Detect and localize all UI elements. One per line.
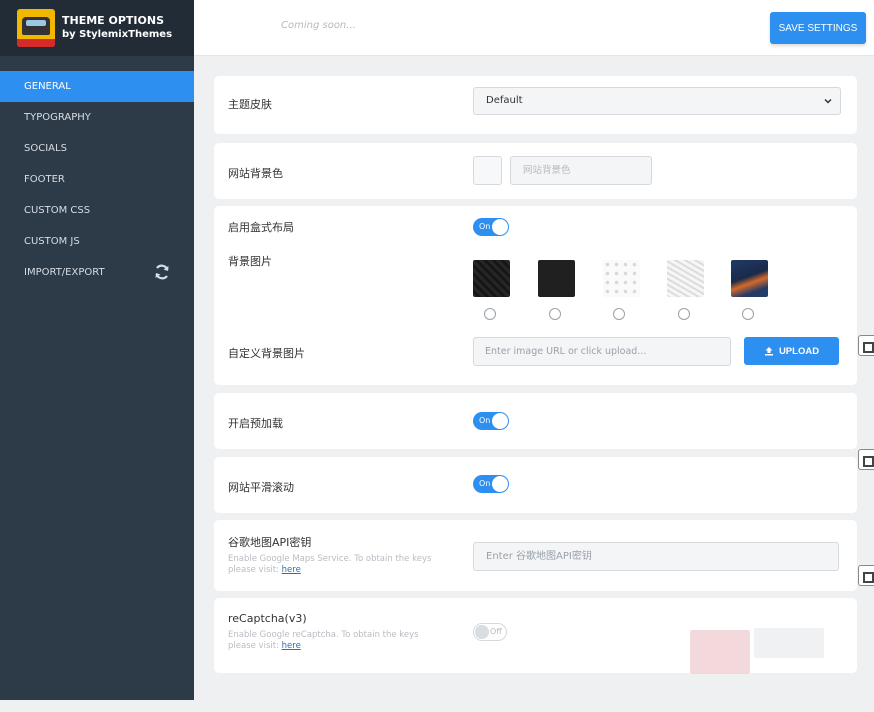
upload-button[interactable]: UPLOAD <box>744 337 839 365</box>
setting-card-bg-color: 网站背景色 网站背景色 <box>214 143 857 199</box>
setting-label: 网站平滑滚动 <box>228 481 294 494</box>
sync-icon[interactable] <box>153 263 171 281</box>
help-link[interactable]: here <box>282 641 301 651</box>
setting-label: 主题皮肤 <box>228 98 272 111</box>
image-url-input[interactable]: Enter image URL or click upload... <box>473 337 731 366</box>
top-bar: Coming soon... SAVE SETTINGS <box>194 0 874 56</box>
upload-icon <box>764 346 773 355</box>
sidebar-item-label: CUSTOM CSS <box>24 205 91 216</box>
setting-label: 网站背景色 <box>228 167 283 180</box>
sidebar-item-label: IMPORT/EXPORT <box>24 267 105 278</box>
setting-label: 开启预加载 <box>228 417 283 430</box>
toggle-label: On <box>479 222 491 231</box>
setting-card-google-maps: 谷歌地图API密钥 Enable Google Maps Service. To… <box>214 520 857 591</box>
help-link[interactable]: here <box>282 565 301 575</box>
bg-pattern-thumb-4[interactable] <box>667 260 704 297</box>
setting-card-recaptcha: reCaptcha(v3) Enable Google reCaptcha. T… <box>214 598 857 674</box>
setting-help-text: Enable Google reCaptcha. To obtain the k… <box>228 630 448 652</box>
google-maps-api-input[interactable]: Enter 谷歌地图API密钥 <box>473 542 839 571</box>
bg-pattern-radio-1[interactable] <box>484 308 496 320</box>
side-panel-tab[interactable] <box>858 565 874 586</box>
boxed-layout-toggle[interactable]: On <box>473 218 509 236</box>
sidebar-item-typography[interactable]: TYPOGRAPHY <box>0 102 194 133</box>
help-text: Enable Google Maps Service. To obtain th… <box>228 554 432 575</box>
sidebar: THEME OPTIONS by StylemixThemes GENERAL … <box>0 0 194 700</box>
blurred-region <box>690 630 750 674</box>
bg-pattern-radio-2[interactable] <box>549 308 561 320</box>
smooth-scroll-toggle[interactable]: On <box>473 475 509 493</box>
setting-help-text: Enable Google Maps Service. To obtain th… <box>228 554 448 576</box>
chevron-down-icon <box>824 98 832 104</box>
preloader-toggle[interactable]: On <box>473 412 509 430</box>
setting-card-smooth-scroll: 网站平滑滚动 On <box>214 457 857 513</box>
brand-subtitle: by StylemixThemes <box>62 29 173 40</box>
sidebar-item-custom-js[interactable]: CUSTOM JS <box>0 226 194 257</box>
sidebar-item-custom-css[interactable]: CUSTOM CSS <box>0 195 194 226</box>
sidebar-item-footer[interactable]: FOOTER <box>0 164 194 195</box>
setting-label: 自定义背景图片 <box>228 347 305 360</box>
coming-soon-text: Coming soon... <box>281 20 356 31</box>
sidebar-item-label: FOOTER <box>24 174 65 185</box>
toggle-label: On <box>479 416 491 425</box>
sidebar-item-general[interactable]: GENERAL <box>0 71 194 102</box>
setting-label: reCaptcha(v3) <box>228 612 307 625</box>
blurred-region <box>754 628 824 658</box>
toggle-label: On <box>479 479 491 488</box>
car-logo-icon <box>17 9 55 47</box>
skin-select[interactable]: Default <box>473 87 841 115</box>
save-settings-button[interactable]: SAVE SETTINGS <box>770 12 866 44</box>
sidebar-nav: GENERAL TYPOGRAPHY SOCIALS FOOTER CUSTOM… <box>0 71 194 288</box>
side-panel-tab[interactable] <box>858 335 874 356</box>
sidebar-item-socials[interactable]: SOCIALS <box>0 133 194 164</box>
setting-label: 谷歌地图API密钥 <box>228 536 312 549</box>
bg-pattern-radio-5[interactable] <box>742 308 754 320</box>
bg-color-input[interactable]: 网站背景色 <box>510 156 652 185</box>
upload-button-label: UPLOAD <box>778 345 820 357</box>
brand-title: THEME OPTIONS <box>62 14 165 27</box>
sidebar-item-label: GENERAL <box>24 81 71 92</box>
side-panel-tab[interactable] <box>858 449 874 470</box>
bg-pattern-thumb-2[interactable] <box>538 260 575 297</box>
bg-pattern-radio-4[interactable] <box>678 308 690 320</box>
sidebar-item-label: SOCIALS <box>24 143 67 154</box>
setting-card-preloader: 开启预加载 On <box>214 393 857 449</box>
help-text: Enable Google reCaptcha. To obtain the k… <box>228 630 419 651</box>
toggle-label: Off <box>490 627 502 636</box>
brand-header: THEME OPTIONS by StylemixThemes <box>0 0 194 56</box>
recaptcha-toggle[interactable]: Off <box>473 623 507 641</box>
setting-card-boxed-layout: 启用盒式布局 On 背景图片 自定义背景图片 Enter image URL o… <box>214 206 857 385</box>
setting-label: 背景图片 <box>228 255 272 268</box>
sidebar-item-label: CUSTOM JS <box>24 236 80 247</box>
color-swatch[interactable] <box>473 156 502 185</box>
bg-pattern-thumb-3[interactable] <box>603 260 640 297</box>
sidebar-item-import-export[interactable]: IMPORT/EXPORT <box>0 257 194 288</box>
setting-card-skin: 主题皮肤 Default <box>214 76 857 134</box>
skin-select-value: Default <box>486 95 523 106</box>
bg-pattern-thumb-1[interactable] <box>473 260 510 297</box>
bg-pattern-radio-3[interactable] <box>613 308 625 320</box>
bg-pattern-thumb-5[interactable] <box>731 260 768 297</box>
setting-label: 启用盒式布局 <box>228 221 294 234</box>
sidebar-item-label: TYPOGRAPHY <box>24 112 91 123</box>
